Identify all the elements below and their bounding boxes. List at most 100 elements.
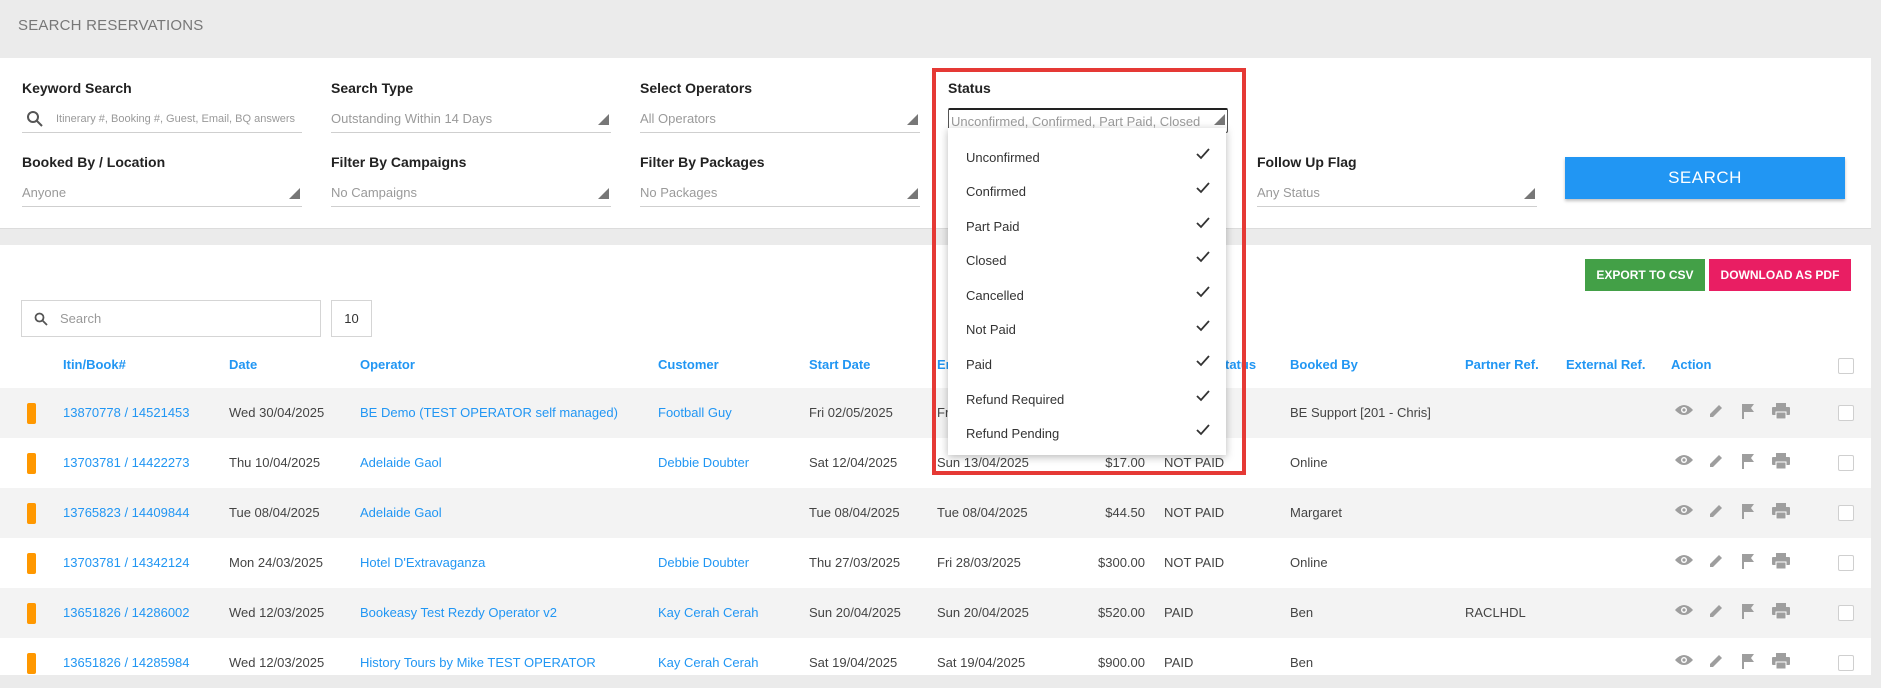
status-option-paid[interactable]: Paid — [948, 347, 1226, 381]
status-option-not-paid[interactable]: Not Paid — [948, 312, 1226, 346]
view-icon[interactable] — [1674, 503, 1694, 522]
col-itin[interactable]: Itin/Book# — [63, 357, 126, 372]
search-button[interactable]: SEARCH — [1565, 157, 1845, 199]
flag-icon[interactable] — [1741, 403, 1755, 424]
status-option-refund-required[interactable]: Refund Required — [948, 382, 1226, 416]
keyword-search-placeholder: Itinerary #, Booking #, Guest, Email, BQ… — [56, 113, 296, 125]
col-booked-by[interactable]: Booked By — [1290, 357, 1358, 372]
packages-select[interactable]: No Packages — [640, 182, 920, 207]
table-row[interactable]: 13765823 / 14409844 Tue 08/04/2025 Adela… — [0, 488, 1871, 538]
status-option-unconfirmed[interactable]: Unconfirmed — [948, 140, 1226, 174]
row-checkbox[interactable] — [1838, 605, 1854, 621]
col-start-date[interactable]: Start Date — [809, 357, 870, 372]
customer-link[interactable]: Football Guy — [658, 405, 732, 420]
view-icon[interactable] — [1674, 603, 1694, 622]
select-all-checkbox[interactable] — [1838, 358, 1854, 374]
itin-link[interactable]: 13703781 / 14422273 — [63, 455, 190, 470]
dropdown-arrow-icon — [907, 114, 918, 125]
search-type-group: Search Type Outstanding Within 14 Days — [331, 80, 611, 133]
download-pdf-button[interactable]: DOWNLOAD AS PDF — [1709, 259, 1851, 291]
operators-select[interactable]: All Operators — [640, 108, 920, 133]
col-customer[interactable]: Customer — [658, 357, 719, 372]
edit-icon[interactable] — [1708, 603, 1724, 624]
amount-cell: $17.00 — [1105, 455, 1145, 470]
operator-link[interactable]: History Tours by Mike TEST OPERATOR — [360, 655, 596, 670]
operator-link[interactable]: Adelaide Gaol — [360, 455, 442, 470]
booked-by-cell: Online — [1290, 555, 1328, 570]
operator-link[interactable]: Hotel D'Extravaganza — [360, 555, 485, 570]
col-partner-ref[interactable]: Partner Ref. — [1465, 357, 1539, 372]
status-option-cancelled[interactable]: Cancelled — [948, 278, 1226, 312]
status-cell: NOT PAID — [1164, 505, 1225, 520]
print-icon[interactable] — [1772, 403, 1790, 424]
table-row[interactable]: 13651826 / 14285984 Wed 12/03/2025 Histo… — [0, 638, 1871, 688]
row-checkbox[interactable] — [1838, 555, 1854, 571]
status-option-confirmed[interactable]: Confirmed — [948, 174, 1226, 208]
flag-icon[interactable] — [1741, 603, 1755, 624]
operator-link[interactable]: BE Demo (TEST OPERATOR self managed) — [360, 405, 618, 420]
status-dropdown-menu: Unconfirmed Confirmed Part Paid Closed C… — [948, 128, 1226, 455]
search-type-label: Search Type — [331, 80, 414, 96]
check-icon — [1196, 424, 1210, 439]
print-icon[interactable] — [1772, 553, 1790, 574]
operator-link[interactable]: Bookeasy Test Rezdy Operator v2 — [360, 605, 557, 620]
view-icon[interactable] — [1674, 403, 1694, 422]
export-csv-button[interactable]: EXPORT TO CSV — [1585, 259, 1705, 291]
col-external-ref[interactable]: External Ref. — [1566, 357, 1645, 372]
flag-icon[interactable] — [1741, 553, 1755, 574]
view-icon[interactable] — [1674, 653, 1694, 672]
row-checkbox[interactable] — [1838, 405, 1854, 421]
view-icon[interactable] — [1674, 453, 1694, 472]
itin-link[interactable]: 13765823 / 14409844 — [63, 505, 190, 520]
operator-link[interactable]: Adelaide Gaol — [360, 505, 442, 520]
status-option-part-paid[interactable]: Part Paid — [948, 209, 1226, 243]
search-type-select[interactable]: Outstanding Within 14 Days — [331, 108, 611, 133]
table-row[interactable]: 13870778 / 14521453 Wed 30/04/2025 BE De… — [0, 388, 1871, 438]
keyword-search-input[interactable]: Itinerary #, Booking #, Guest, Email, BQ… — [22, 108, 302, 133]
flag-icon[interactable] — [1741, 503, 1755, 524]
row-actions — [1674, 653, 1794, 673]
page-size-select[interactable]: 10 — [331, 300, 372, 337]
itin-link[interactable]: 13703781 / 14342124 — [63, 555, 190, 570]
table-row[interactable]: 13651826 / 14286002 Wed 12/03/2025 Booke… — [0, 588, 1871, 638]
itin-link[interactable]: 13651826 / 14285984 — [63, 655, 190, 670]
row-checkbox[interactable] — [1838, 455, 1854, 471]
row-checkbox[interactable] — [1838, 655, 1854, 671]
edit-icon[interactable] — [1708, 553, 1724, 574]
row-checkbox[interactable] — [1838, 505, 1854, 521]
customer-link[interactable]: Debbie Doubter — [658, 455, 749, 470]
col-date[interactable]: Date — [229, 357, 257, 372]
itin-link[interactable]: 13870778 / 14521453 — [63, 405, 190, 420]
date-cell: Mon 24/03/2025 — [229, 555, 323, 570]
print-icon[interactable] — [1772, 603, 1790, 624]
check-icon — [1196, 355, 1210, 370]
print-icon[interactable] — [1772, 453, 1790, 474]
print-icon[interactable] — [1772, 653, 1790, 674]
edit-icon[interactable] — [1708, 503, 1724, 524]
campaigns-select[interactable]: No Campaigns — [331, 182, 611, 207]
dropdown-arrow-icon — [907, 188, 918, 199]
print-icon[interactable] — [1772, 503, 1790, 524]
booked-by-select[interactable]: Anyone — [22, 182, 302, 207]
date-cell: Wed 30/04/2025 — [229, 405, 325, 420]
customer-link[interactable]: Kay Cerah Cerah — [658, 605, 758, 620]
results-panel: EXPORT TO CSV DOWNLOAD AS PDF Search 10 … — [0, 245, 1871, 675]
table-search-input[interactable]: Search — [21, 300, 321, 337]
flag-icon[interactable] — [1741, 453, 1755, 474]
view-icon[interactable] — [1674, 553, 1694, 572]
status-option-closed[interactable]: Closed — [948, 243, 1226, 277]
edit-icon[interactable] — [1708, 653, 1724, 674]
col-status[interactable]: tatus — [1225, 357, 1256, 372]
customer-link[interactable]: Debbie Doubter — [658, 555, 749, 570]
follow-up-select[interactable]: Any Status — [1257, 182, 1537, 207]
edit-icon[interactable] — [1708, 403, 1724, 424]
flag-icon[interactable] — [1741, 653, 1755, 674]
col-operator[interactable]: Operator — [360, 357, 415, 372]
table-row[interactable]: 13703781 / 14342124 Mon 24/03/2025 Hotel… — [0, 538, 1871, 588]
customer-link[interactable]: Kay Cerah Cerah — [658, 655, 758, 670]
status-option-refund-pending[interactable]: Refund Pending — [948, 416, 1226, 450]
table-row[interactable]: 13703781 / 14422273 Thu 10/04/2025 Adela… — [0, 438, 1871, 488]
edit-icon[interactable] — [1708, 453, 1724, 474]
itin-link[interactable]: 13651826 / 14286002 — [63, 605, 190, 620]
check-icon — [1196, 182, 1210, 197]
